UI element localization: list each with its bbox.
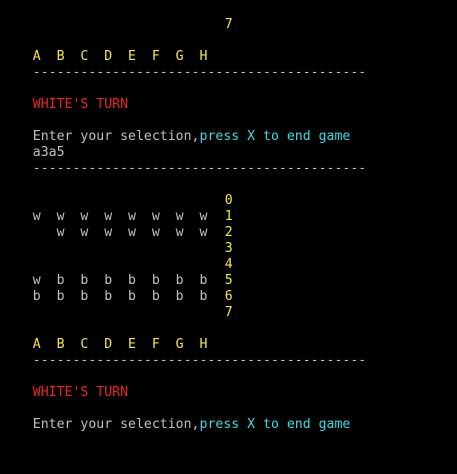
separator-top-2: ----------------------------------------… — [1, 145, 366, 176]
separator-line: ----------------------------------------… — [32, 161, 367, 176]
user-input-line[interactable]: a3a5 — [1, 129, 65, 160]
board-pieces: b b b b b b b b — [32, 289, 208, 304]
board-row-number-6: 6 — [193, 273, 233, 304]
separator-bottom: ----------------------------------------… — [1, 337, 366, 368]
board-row-1: w w w w w w w w — [1, 193, 208, 224]
board-row-5: w b b b b b b b — [1, 257, 208, 288]
row-number-7-top: 7 — [193, 1, 233, 32]
column-header-bottom: A B C D E F G H — [1, 321, 208, 352]
prompt-line-bottom[interactable]: Enter your selection,press X to end game — [1, 401, 351, 432]
board-row-0 — [1, 177, 33, 193]
turn-label: WHITE'S TURN — [32, 97, 129, 112]
prompt-line-top: Enter your selection,press X to end game — [1, 113, 351, 144]
board-row-6: b b b b b b b b — [1, 273, 208, 304]
board-row-number-2: 2 — [193, 209, 233, 240]
board-row-2: w w w w w w w — [1, 209, 208, 240]
row-number: 7 — [224, 17, 233, 32]
board-row-3 — [1, 225, 33, 241]
board-row-4 — [1, 241, 33, 257]
separator-line: ----------------------------------------… — [32, 65, 367, 80]
row-number: 7 — [224, 305, 233, 320]
turn-indicator-bottom: WHITE'S TURN — [1, 369, 128, 400]
turn-indicator-top: WHITE'S TURN — [1, 81, 128, 112]
board-row-number-0: 0 — [193, 177, 233, 208]
board-row-number-3: 3 — [193, 225, 233, 256]
board-row-7 — [1, 289, 33, 305]
separator-line: ----------------------------------------… — [32, 353, 367, 368]
board-row-number-5: 5 — [193, 257, 233, 288]
separator-top: ----------------------------------------… — [1, 49, 366, 80]
board-row-number-4: 4 — [193, 241, 233, 272]
board-row-number-1: 1 — [193, 193, 233, 224]
board-pieces: w w w w w w w — [32, 225, 208, 240]
turn-label: WHITE'S TURN — [32, 385, 129, 400]
terminal-window[interactable]: 7 A B C D E F G H ----------------------… — [0, 0, 457, 474]
prompt-text: Enter your selection, — [32, 417, 200, 432]
column-header-top: A B C D E F G H — [1, 33, 208, 64]
prompt-hint: press X to end game — [199, 129, 351, 144]
board-row-number-7: 7 — [193, 289, 233, 320]
prompt-hint: press X to end game — [199, 417, 351, 432]
